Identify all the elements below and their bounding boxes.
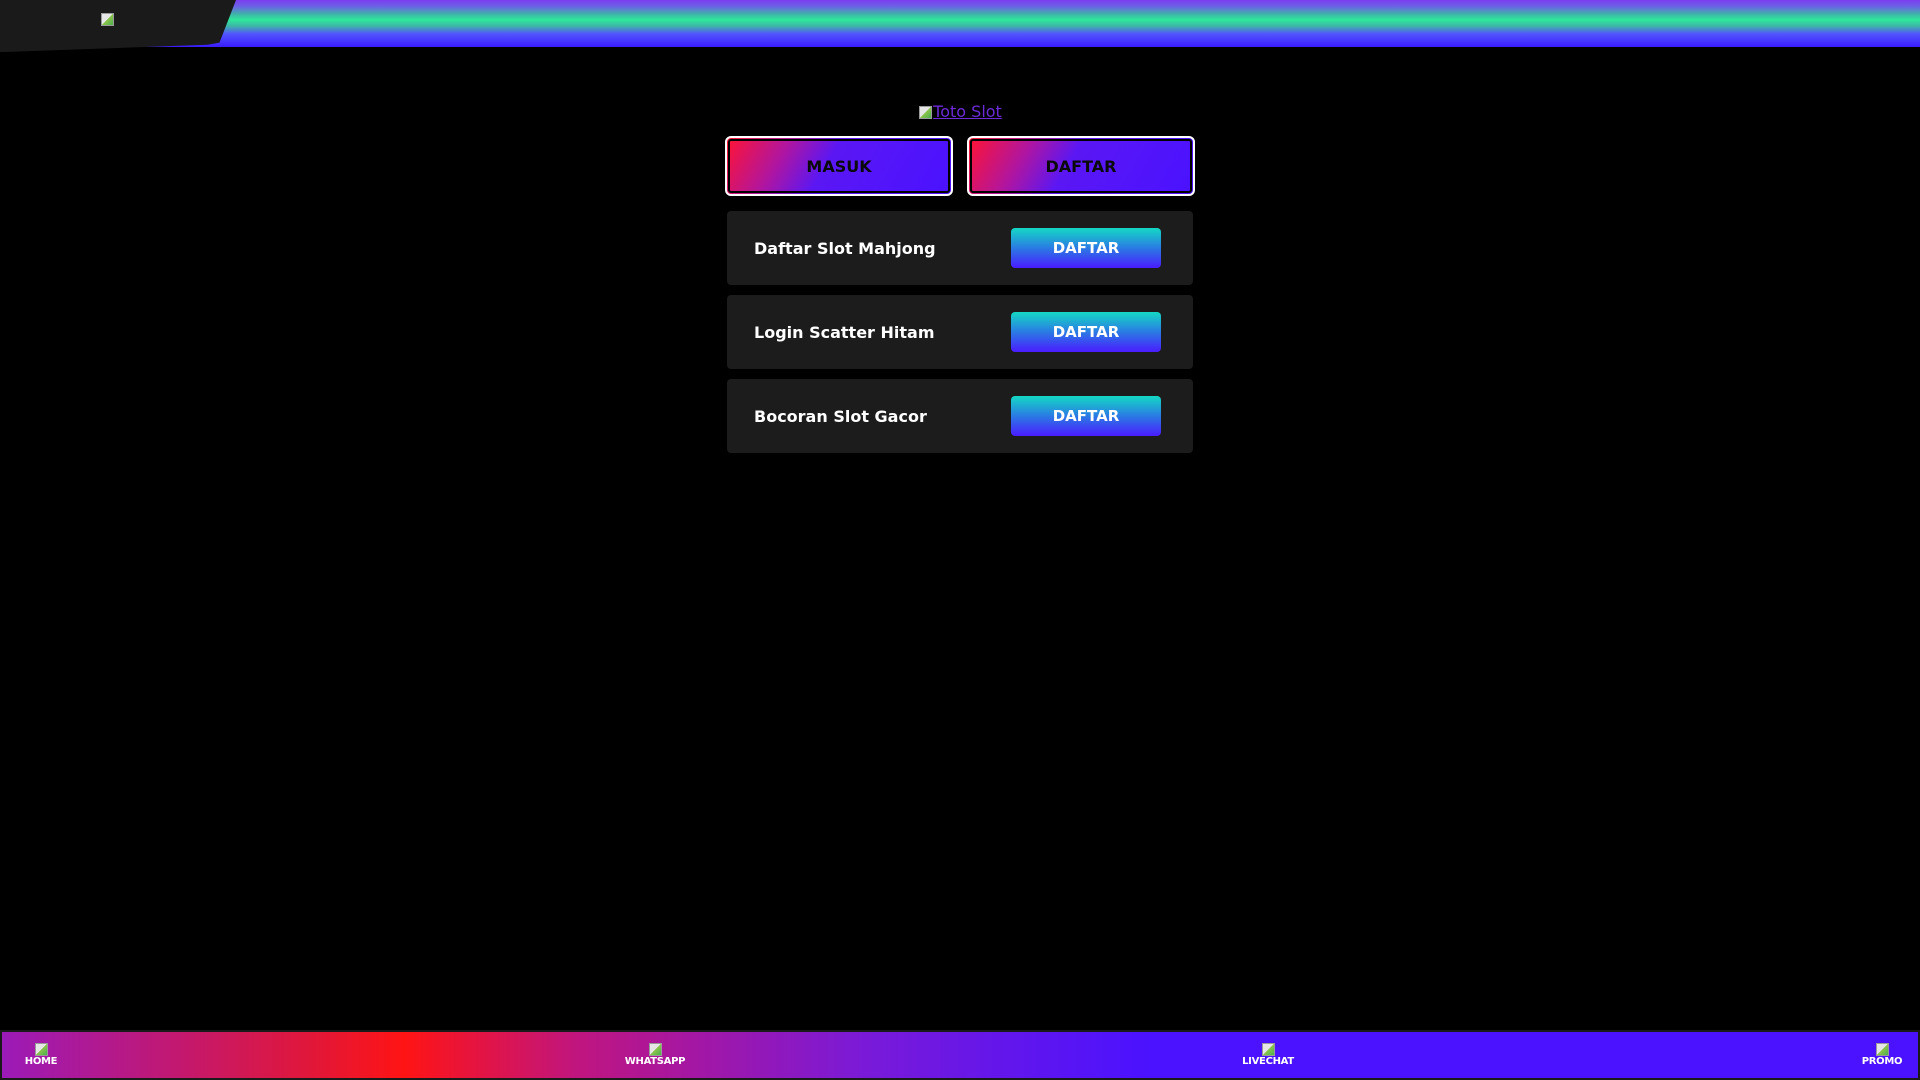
nav-label-livechat: LIVECHAT [1242, 1056, 1294, 1067]
broken-image-icon [34, 1042, 48, 1056]
daftar-button[interactable]: DAFTAR [1011, 312, 1161, 352]
nav-label-whatsapp: WHATSAPP [624, 1056, 686, 1067]
bottom-nav: HOME WHATSAPP LIVECHAT PROMO [0, 1030, 1920, 1080]
site-logo-alt-text: Toto Slot [933, 102, 1002, 121]
login-button[interactable]: MASUK [725, 136, 953, 196]
link-card-label: Daftar Slot Mahjong [754, 238, 936, 258]
broken-image-icon [918, 105, 933, 119]
nav-item-whatsapp[interactable]: WHATSAPP [620, 1042, 690, 1067]
header-logo-tab[interactable] [0, 0, 236, 52]
broken-image-icon [1261, 1042, 1275, 1056]
broken-image-icon [648, 1042, 662, 1056]
nav-label-home: HOME [24, 1056, 58, 1067]
link-card-slot-gacor: Bocoran Slot Gacor DAFTAR [727, 379, 1193, 453]
auth-buttons: MASUK DAFTAR [725, 136, 1195, 196]
link-card-slot-mahjong: Daftar Slot Mahjong DAFTAR [727, 211, 1193, 285]
nav-item-livechat[interactable]: LIVECHAT [1233, 1042, 1303, 1067]
broken-image-icon [1875, 1042, 1889, 1056]
nav-item-promo[interactable]: PROMO [1847, 1042, 1917, 1067]
top-header [0, 0, 1920, 52]
register-button[interactable]: DAFTAR [967, 136, 1195, 196]
broken-image-icon[interactable] [100, 12, 114, 26]
nav-item-home[interactable]: HOME [6, 1042, 76, 1067]
site-logo-link[interactable]: Toto Slot [727, 100, 1193, 124]
link-list: Daftar Slot Mahjong DAFTAR Login Scatter… [727, 211, 1193, 453]
link-card-label: Login Scatter Hitam [754, 322, 935, 342]
nav-label-promo: PROMO [1861, 1056, 1903, 1067]
link-card-label: Bocoran Slot Gacor [754, 406, 927, 426]
daftar-button[interactable]: DAFTAR [1011, 396, 1161, 436]
daftar-button[interactable]: DAFTAR [1011, 228, 1161, 268]
main-content: Toto Slot MASUK DAFTAR Daftar Slot Mahjo… [725, 100, 1195, 463]
link-card-scatter-hitam: Login Scatter Hitam DAFTAR [727, 295, 1193, 369]
